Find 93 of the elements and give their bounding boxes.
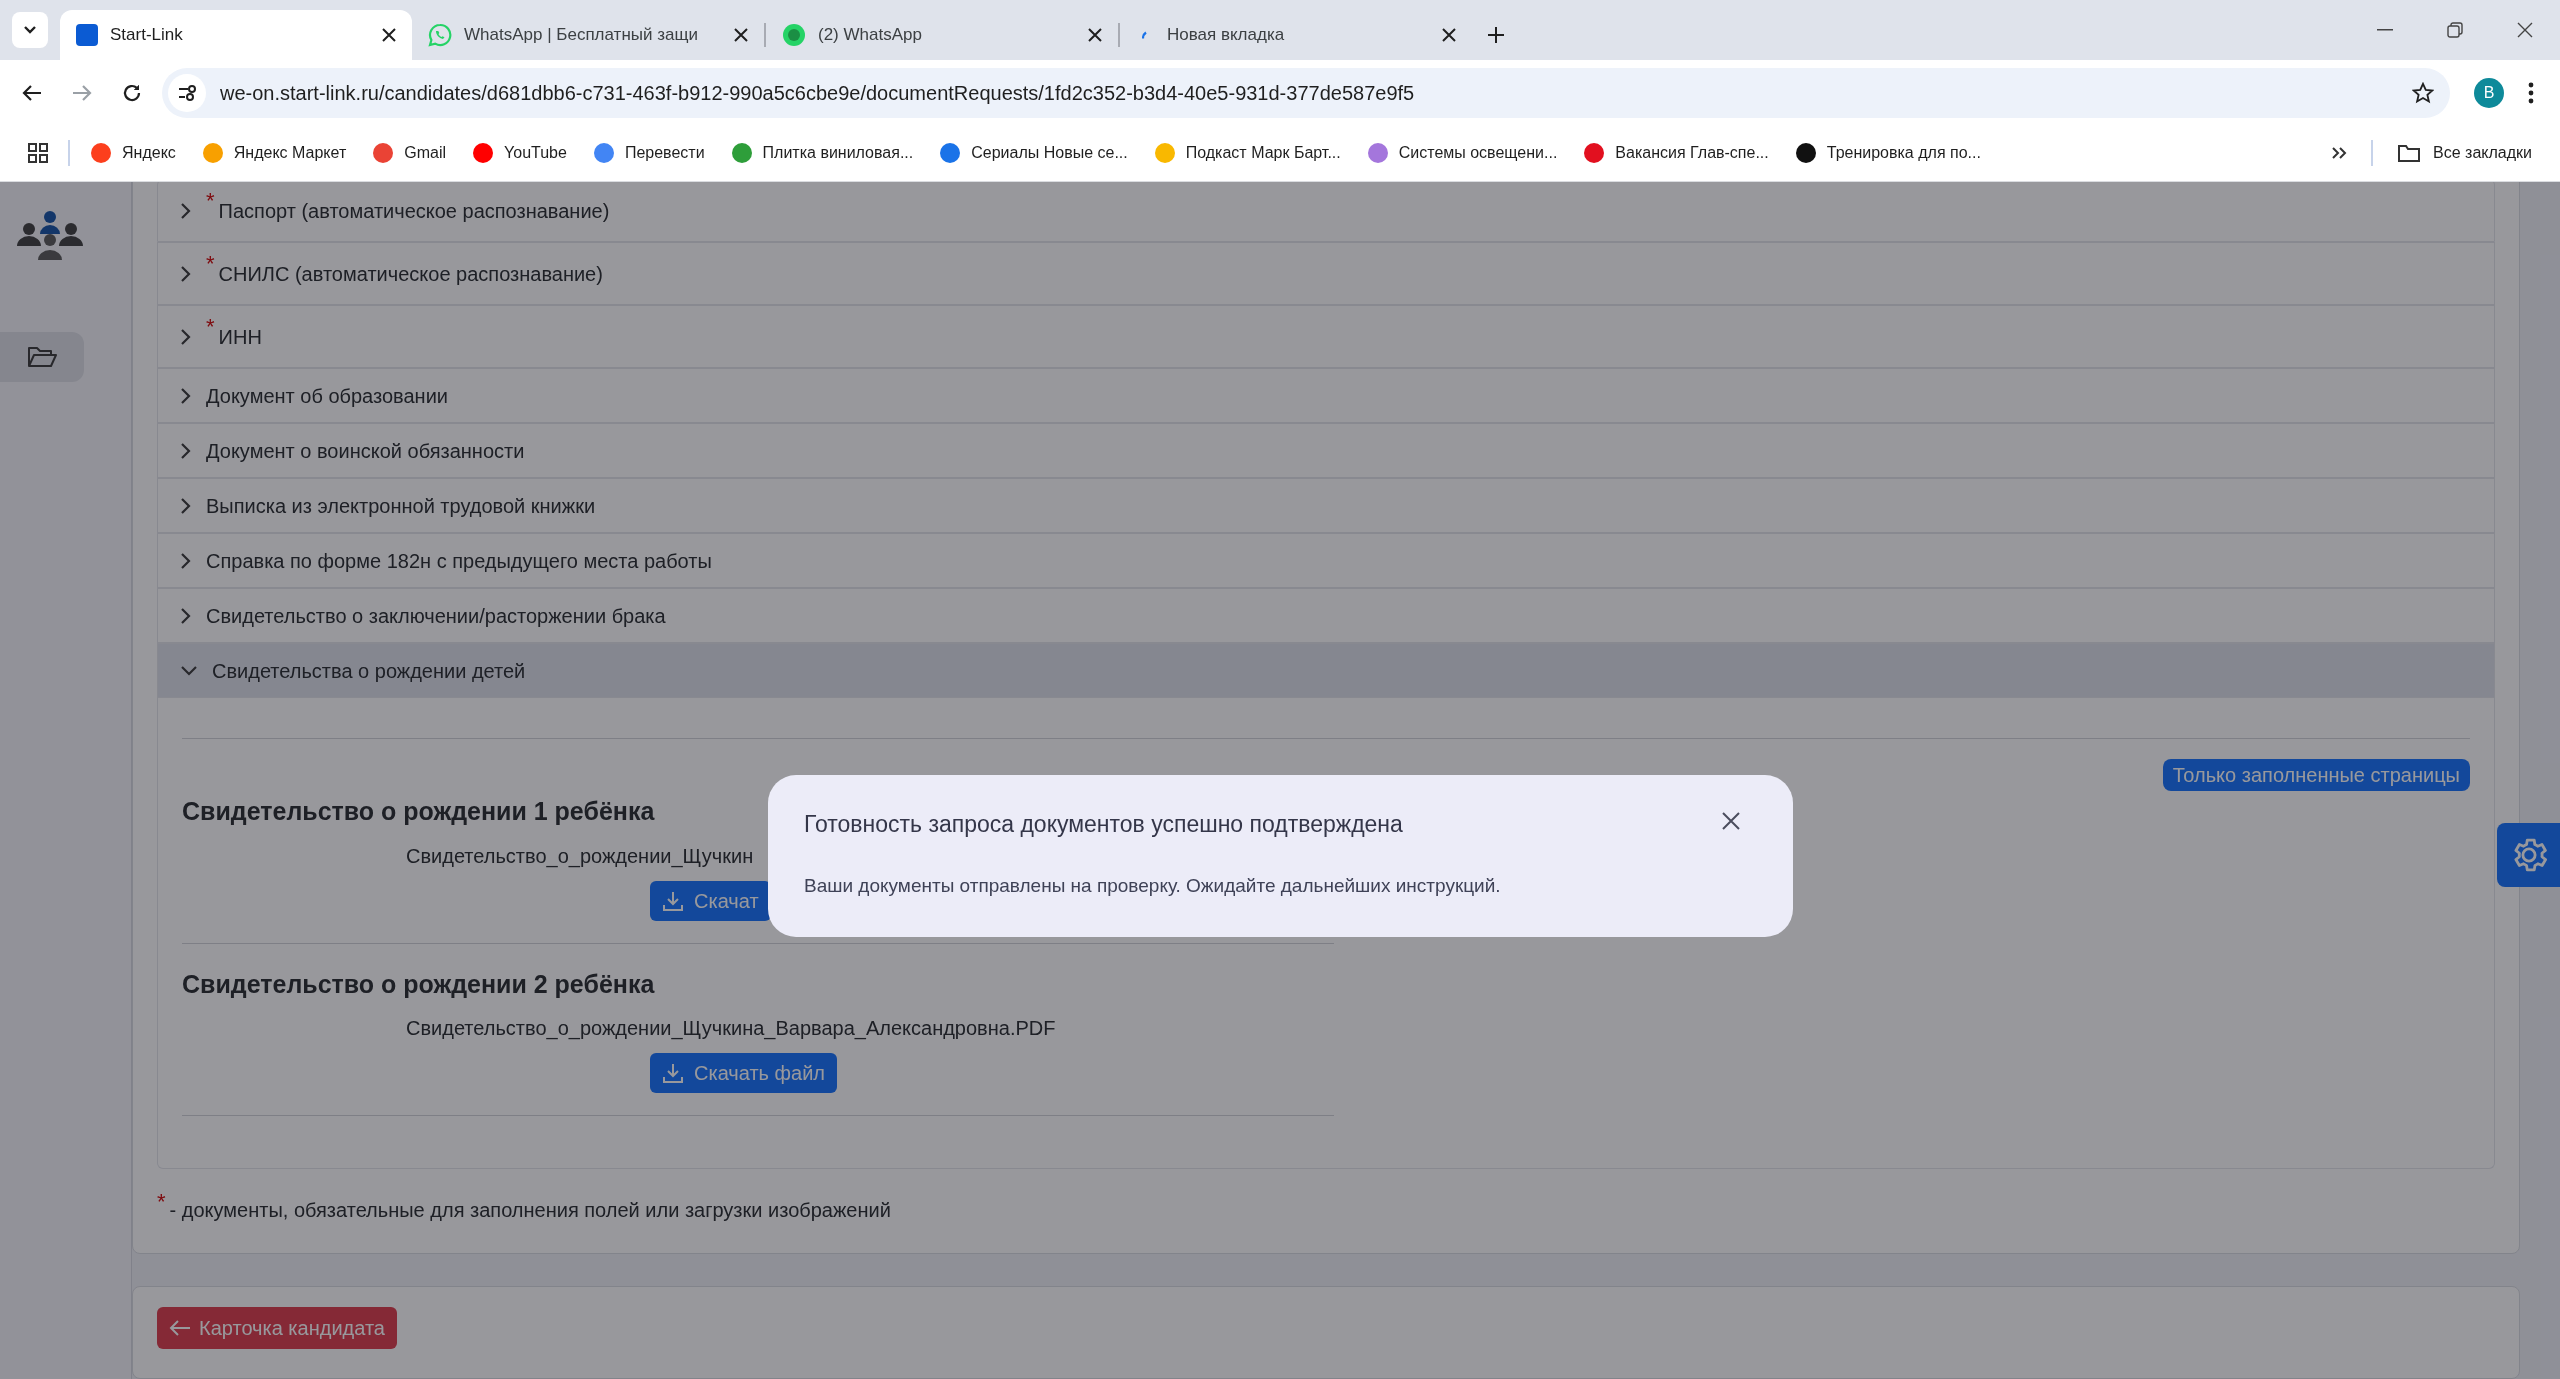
accordion-title: Документ о воинской обязанности bbox=[206, 438, 525, 464]
accordion-title: ИНН bbox=[218, 324, 262, 350]
accordion-header[interactable]: * Паспорт (автоматическое распознавание) bbox=[157, 182, 2495, 242]
accordion-header[interactable]: Документ об образовании bbox=[157, 368, 2495, 423]
accordion-header[interactable]: Документ о воинской обязанности bbox=[157, 423, 2495, 478]
close-icon bbox=[1722, 812, 1740, 830]
accordion-title: Свидетельство о заключении/расторжении брака bbox=[206, 603, 666, 629]
download-icon bbox=[662, 889, 684, 912]
all-bookmarks-link[interactable]: Все закладки bbox=[2433, 141, 2532, 165]
arrow-left-icon bbox=[169, 1319, 191, 1337]
tab-list-button[interactable] bbox=[12, 12, 48, 48]
bookmark[interactable]: Системы освещени... bbox=[1366, 141, 1558, 165]
accordion-title: Паспорт (автоматическое распознавание) bbox=[218, 198, 610, 224]
file-name: Свидетельство_о_рождении_Щучкина_Варвара_Александровна.PDF bbox=[406, 1016, 1056, 1042]
close-icon[interactable] bbox=[734, 28, 748, 42]
site-logo-icon bbox=[76, 24, 98, 46]
site-info-button[interactable] bbox=[168, 73, 206, 112]
chevron-right-icon bbox=[180, 201, 192, 220]
plus-icon bbox=[1487, 26, 1505, 44]
arrow-right-icon bbox=[72, 83, 92, 102]
required-mark: * bbox=[157, 1191, 166, 1213]
modal-title: Готовность запроса документов успешно подтверждена bbox=[804, 810, 1403, 839]
accordion-title: СНИЛС (автоматическое распознавание) bbox=[218, 261, 603, 287]
bookmark[interactable]: Сериалы Новые се... bbox=[939, 141, 1128, 165]
people-group-icon bbox=[16, 210, 84, 262]
file-name: Свидетельство_о_рождении_Щучкин bbox=[406, 843, 754, 870]
bookmark[interactable]: YouTube bbox=[472, 141, 567, 165]
apps-grid-icon[interactable] bbox=[28, 143, 48, 163]
bookmark[interactable]: Подкаст Марк Барт... bbox=[1153, 141, 1341, 165]
accordion-header[interactable]: * ИНН bbox=[157, 305, 2495, 368]
bookmark[interactable]: Перевести bbox=[592, 141, 705, 165]
certificate-heading: Свидетельство о рождении 2 ребёнка bbox=[182, 968, 655, 1000]
accordion-title: Свидетельства о рождении детей bbox=[212, 658, 526, 684]
star-icon[interactable] bbox=[2412, 81, 2434, 104]
required-mark: * bbox=[206, 315, 215, 338]
browser-tab[interactable]: (2) WhatsApp bbox=[766, 10, 1118, 60]
accordion-title: Справка по форме 182н с предыдущего места работы bbox=[206, 548, 712, 574]
tab-title: WhatsApp | Бесплатный защи bbox=[464, 24, 699, 47]
close-icon[interactable] bbox=[1442, 28, 1456, 42]
loading-spinner-icon bbox=[1142, 31, 1149, 39]
chevron-right-icon bbox=[180, 606, 192, 625]
restore-icon bbox=[2447, 22, 2463, 38]
chevron-right-icon bbox=[180, 327, 192, 346]
browser-tab[interactable]: WhatsApp | Бесплатный защи bbox=[412, 10, 764, 60]
reload-icon bbox=[122, 82, 142, 103]
modal-message: Ваши документы отправлены на проверку. Ожидайте дальнейших инструкций. bbox=[804, 873, 1502, 898]
close-icon bbox=[2517, 22, 2533, 38]
accordion-header[interactable]: Справка по форме 182н с предыдущего места работы bbox=[157, 533, 2495, 588]
browser-tab[interactable]: Start-Link bbox=[60, 10, 412, 60]
certificate-heading: Свидетельство о рождении 1 ребёнка bbox=[182, 796, 655, 827]
tab-title: (2) WhatsApp bbox=[818, 24, 923, 47]
footnote-text: - документы, обязательные для заполнения полей или загрузки изображений bbox=[169, 1198, 891, 1223]
bookmark[interactable]: Gmail bbox=[372, 141, 447, 165]
documents-nav-item[interactable] bbox=[0, 332, 84, 382]
bookmark[interactable]: Плитка виниловая... bbox=[730, 141, 914, 165]
download-icon bbox=[662, 1062, 684, 1084]
url-text: we-on.start-link.ru/candidates/d681dbb6-c731-463f-b912-990a5c6cbe9e/documentRequests/1fd2c352-b3d4-40e5-931d-377de587e9f5 bbox=[220, 80, 1415, 106]
chat-badge-icon bbox=[782, 23, 806, 47]
required-mark: * bbox=[206, 189, 215, 212]
close-icon[interactable] bbox=[382, 28, 396, 42]
tab-title: Новая вкладка bbox=[1167, 24, 1286, 47]
minimize-icon bbox=[2377, 29, 2393, 31]
folder-icon bbox=[2397, 143, 2422, 163]
chevron-right-icon bbox=[180, 441, 192, 460]
bookmark[interactable]: Яндекс Маркет bbox=[201, 141, 347, 165]
tab-title: Start-Link bbox=[110, 24, 184, 47]
profile-avatar[interactable]: B bbox=[2474, 77, 2504, 108]
accordion-title: Выписка из электронной трудовой книжки bbox=[206, 493, 596, 519]
bookmark[interactable]: Яндекс bbox=[90, 141, 176, 165]
bookmark[interactable]: Тренировка для по... bbox=[1794, 141, 1981, 165]
required-mark: * bbox=[206, 252, 215, 275]
accordion-header[interactable]: Выписка из электронной трудовой книжки bbox=[157, 478, 2495, 533]
chevrons-right-icon[interactable] bbox=[2331, 146, 2348, 160]
tune-icon bbox=[177, 83, 197, 102]
open-folder-icon bbox=[27, 345, 57, 369]
address-bar[interactable]: we-on.start-link.ru/candidates/d681dbb6-c731-463f-b912-990a5c6cbe9e/documentRequests/1fd2c352-b3d4-40e5-931d-377de587e9f5 bbox=[162, 67, 2450, 118]
chat-bubble-icon bbox=[428, 23, 452, 47]
accordion-title: Документ об образовании bbox=[206, 383, 448, 409]
chevron-right-icon bbox=[180, 264, 192, 283]
close-icon[interactable] bbox=[1088, 28, 1102, 42]
accordion-header[interactable]: * СНИЛС (автоматическое распознавание) bbox=[157, 242, 2495, 305]
accordion-header[interactable]: Свидетельства о рождении детей bbox=[157, 643, 2495, 698]
chevron-right-icon bbox=[180, 386, 192, 405]
bookmark[interactable]: Вакансия Глав-спе... bbox=[1583, 141, 1769, 165]
menu-icon[interactable] bbox=[2528, 81, 2534, 104]
chevron-right-icon bbox=[180, 551, 192, 570]
browser-tab[interactable]: Новая вкладка bbox=[1120, 10, 1472, 60]
settings-button[interactable] bbox=[2497, 823, 2560, 887]
chevron-down-icon bbox=[23, 25, 37, 35]
arrow-left-icon bbox=[22, 83, 42, 102]
chevron-right-icon bbox=[180, 496, 192, 515]
accordion-header[interactable]: Свидетельство о заключении/расторжении брака bbox=[157, 588, 2495, 643]
chevron-down-icon bbox=[180, 664, 198, 677]
